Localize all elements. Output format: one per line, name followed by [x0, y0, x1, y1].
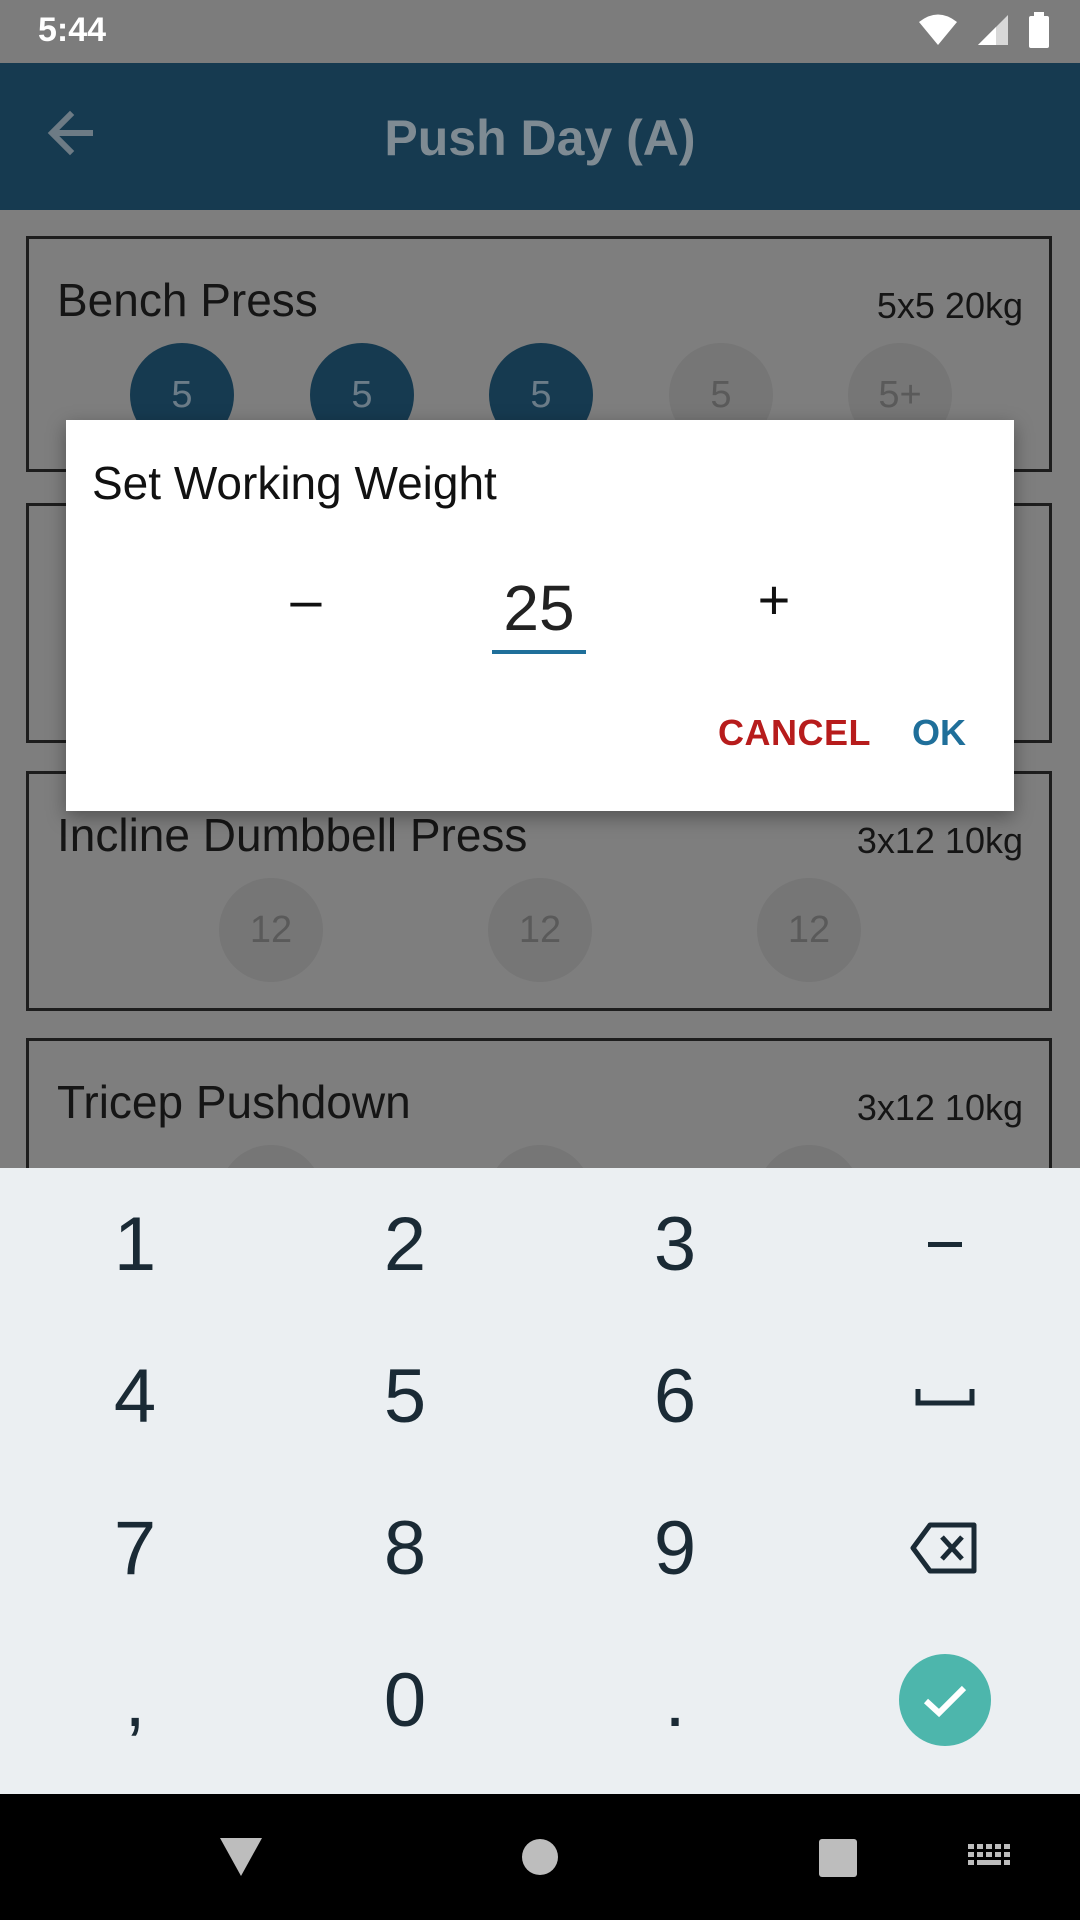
numeric-keyboard: 1 2 3 4 5 6 7 8 9 , 0 .	[0, 1168, 1080, 1794]
status-bar: 5:44	[0, 0, 1080, 63]
key-5[interactable]: 5	[270, 1320, 540, 1472]
ok-button[interactable]: OK	[912, 712, 966, 754]
cancel-button[interactable]: CANCEL	[718, 712, 871, 754]
key-minus[interactable]	[810, 1168, 1080, 1320]
keyboard-switch-icon[interactable]	[968, 1844, 1012, 1872]
signal-icon	[978, 15, 1008, 45]
set-circle[interactable]: 12	[757, 878, 861, 982]
key-backspace[interactable]	[810, 1472, 1080, 1624]
decrement-button[interactable]: –	[276, 570, 336, 630]
key-0[interactable]: 0	[270, 1624, 540, 1776]
status-time: 5:44	[38, 11, 107, 49]
key-period[interactable]: .	[540, 1624, 810, 1776]
back-triangle-icon[interactable]	[218, 1836, 264, 1878]
battery-icon	[1029, 12, 1049, 48]
key-2[interactable]: 2	[270, 1168, 540, 1320]
set-circle[interactable]	[219, 1145, 323, 1168]
key-3[interactable]: 3	[540, 1168, 810, 1320]
backspace-icon	[910, 1522, 977, 1574]
key-4[interactable]: 4	[0, 1320, 270, 1472]
exercise-name: Incline Dumbbell Press	[57, 809, 528, 861]
wifi-icon	[919, 14, 957, 45]
set-circle[interactable]: 12	[219, 878, 323, 982]
key-comma[interactable]: ,	[0, 1624, 270, 1776]
home-circle-icon[interactable]	[521, 1838, 559, 1876]
system-nav-bar	[0, 1794, 1080, 1920]
exercise-name: Tricep Pushdown	[57, 1076, 411, 1128]
set-circle[interactable]	[757, 1145, 861, 1168]
set-circle[interactable]: 12	[488, 878, 592, 982]
exercise-name: Bench Press	[57, 274, 318, 326]
app-bar: Push Day (A)	[0, 63, 1080, 210]
exercise-scheme: 3x12 10kg	[856, 1087, 1023, 1128]
exercise-scheme: 5x5 20kg	[876, 285, 1023, 326]
recents-square-icon[interactable]	[818, 1838, 858, 1878]
exercise-scheme: 3x12 10kg	[856, 820, 1023, 861]
set-circle[interactable]	[488, 1145, 592, 1168]
key-6[interactable]: 6	[540, 1320, 810, 1472]
set-weight-dialog: Set Working Weight – 25 + CANCEL OK	[66, 420, 1014, 811]
key-1[interactable]: 1	[0, 1168, 270, 1320]
weight-input[interactable]: 25	[492, 570, 586, 654]
key-7[interactable]: 7	[0, 1472, 270, 1624]
minus-icon	[928, 1241, 962, 1247]
key-8[interactable]: 8	[270, 1472, 540, 1624]
increment-button[interactable]: +	[744, 570, 804, 630]
key-done[interactable]	[810, 1624, 1080, 1776]
checkmark-icon	[899, 1654, 991, 1746]
weight-value: 25	[503, 572, 575, 644]
key-space[interactable]	[810, 1320, 1080, 1472]
exercise-card[interactable]: Tricep Pushdown 3x12 10kg	[26, 1038, 1052, 1168]
page-title: Push Day (A)	[384, 110, 696, 166]
key-9[interactable]: 9	[540, 1472, 810, 1624]
dialog-title: Set Working Weight	[92, 457, 497, 509]
space-icon	[915, 1389, 975, 1406]
